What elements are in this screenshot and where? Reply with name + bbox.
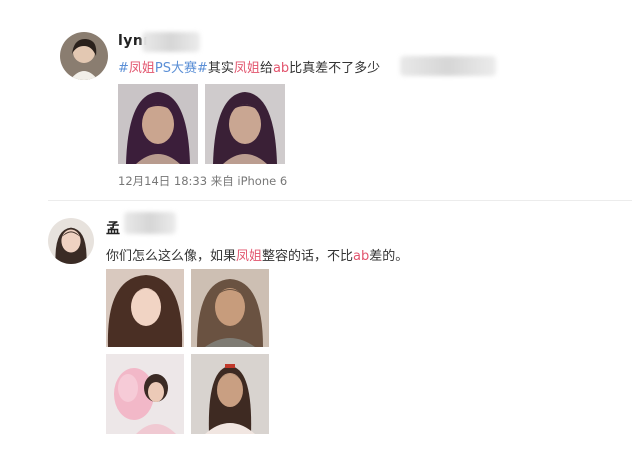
post-photo[interactable] (106, 354, 184, 434)
post-text: 你们怎么这么像，如果凤姐整容的话，不比ab差的。 (106, 249, 409, 264)
hashtag-link[interactable]: #凤姐PS大赛# (118, 61, 208, 76)
redacted-name-blur (142, 32, 200, 52)
post-photo[interactable] (106, 269, 184, 347)
post-photo[interactable] (205, 84, 285, 164)
post-text: #凤姐PS大赛#其实凤姐给ab比真差不了多少 (118, 61, 381, 76)
redacted-name-blur (124, 212, 176, 234)
post-photo[interactable] (118, 84, 198, 164)
redacted-text-blur (400, 56, 496, 76)
post-timestamp[interactable]: 12月14日 18:33 来自 iPhone 6 (118, 173, 287, 189)
post-photo[interactable] (191, 354, 269, 434)
user-avatar[interactable] (60, 32, 108, 80)
post-2: 孟 你们怎么这么像，如果凤姐整容的话，不比ab差的。 (0, 200, 632, 463)
post-1: lynn #凤姐PS大赛#其实凤姐给ab比真差不了多少 12月14日 18:33… (0, 0, 632, 200)
user-avatar[interactable] (48, 218, 94, 264)
username[interactable]: 孟 (106, 218, 121, 238)
post-photo[interactable] (191, 269, 269, 347)
